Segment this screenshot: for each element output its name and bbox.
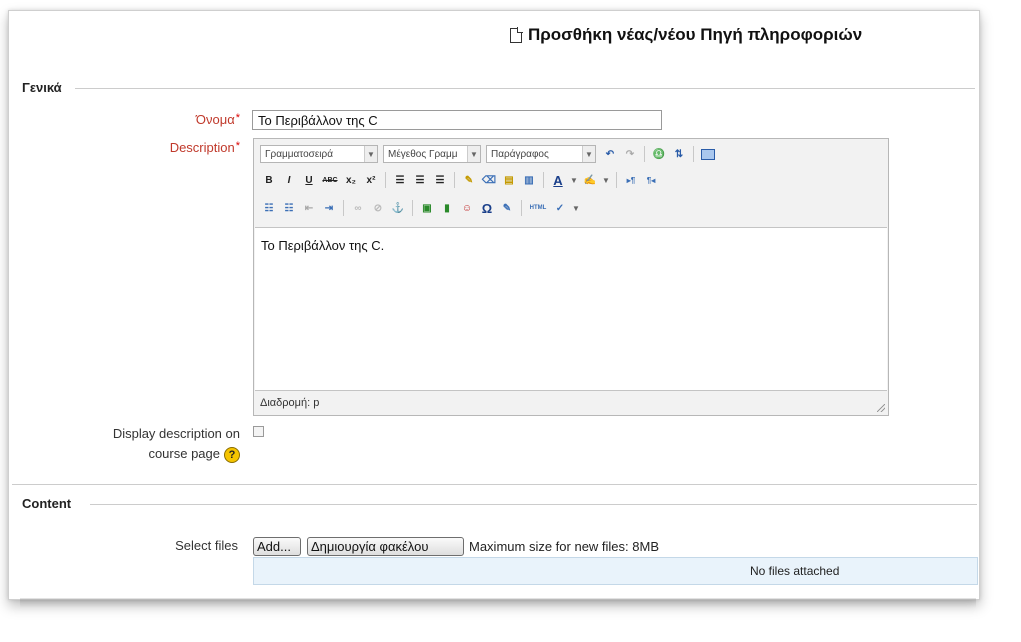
toolbar-separator <box>412 200 413 216</box>
toolbar-separator <box>385 172 386 188</box>
text-color-icon[interactable]: A <box>549 171 567 189</box>
description-editor: Γραμματοσειρά ▼ Μέγεθος Γραμμ ▼ Παράγραφ… <box>253 138 889 416</box>
redo-icon[interactable]: ↷ <box>621 145 639 163</box>
paste-word-icon[interactable]: ▥ <box>520 171 538 189</box>
edit-icon[interactable]: ✎ <box>498 199 516 217</box>
name-label: Όνομα* <box>120 112 240 127</box>
chevron-down-icon[interactable]: ▼ <box>569 171 579 189</box>
description-label-text: Description <box>169 140 235 155</box>
panel-shadow <box>20 598 976 608</box>
help-icon[interactable]: ? <box>224 446 240 463</box>
undo-icon[interactable]: ↶ <box>601 145 619 163</box>
image-icon[interactable]: ▣ <box>418 199 436 217</box>
editor-content-text: Το Περιβάλλον της C. <box>261 238 385 253</box>
display-description-label-line2: course page? <box>40 444 240 464</box>
required-marker: * <box>235 112 240 124</box>
chevron-down-icon: ▼ <box>364 146 377 162</box>
font-size-select[interactable]: Μέγεθος Γραμμ ▼ <box>383 145 481 163</box>
font-family-select[interactable]: Γραμματοσειρά ▼ <box>260 145 378 163</box>
toolbar-separator <box>616 172 617 188</box>
files-area[interactable]: No files attached <box>253 557 978 585</box>
editor-content-area[interactable]: Το Περιβάλλον της C. <box>255 227 887 391</box>
indent-icon[interactable]: ⇥ <box>320 199 338 217</box>
name-input[interactable] <box>252 110 662 130</box>
ltr-icon[interactable]: ▸¶ <box>622 171 640 189</box>
toolbar-separator <box>521 200 522 216</box>
unlink-icon[interactable]: ⊘ <box>369 199 387 217</box>
toolbar-separator <box>693 146 694 162</box>
highlight-color-icon[interactable]: ✍ <box>581 171 599 189</box>
subscript-button[interactable]: x₂ <box>342 171 360 189</box>
align-left-icon[interactable]: ☰ <box>391 171 409 189</box>
superscript-button[interactable]: x² <box>362 171 380 189</box>
paragraph-value: Παράγραφος <box>491 148 549 160</box>
content-legend: Content <box>22 496 72 511</box>
rtl-icon[interactable]: ¶◂ <box>642 171 660 189</box>
cleanup-icon[interactable]: ✎ <box>460 171 478 189</box>
no-files-text: No files attached <box>750 564 840 578</box>
display-description-label: Display description on course page? <box>40 424 240 464</box>
align-center-icon[interactable]: ☰ <box>411 171 429 189</box>
link-icon[interactable]: ∞ <box>349 199 367 217</box>
chevron-down-icon[interactable]: ▼ <box>571 199 581 217</box>
display-description-label-line2-text: course page <box>148 446 220 461</box>
italic-button[interactable]: I <box>280 171 298 189</box>
editor-toolbar-row-2: B I U ABC x₂ x² ☰ ☰ ☰ ✎ ⌫ ▤ ▥ A ▼ ✍ ▼ ▸¶… <box>260 170 660 190</box>
chevron-down-icon[interactable]: ▼ <box>601 171 611 189</box>
page-title-text: Προσθήκη νέας/νέου Πηγή πληροφοριών <box>528 25 863 44</box>
omega-icon[interactable]: Ω <box>478 199 496 217</box>
replace-icon[interactable]: ⇅ <box>670 145 688 163</box>
add-button[interactable]: Add... <box>253 537 301 556</box>
paste-text-icon[interactable]: ▤ <box>500 171 518 189</box>
outdent-icon[interactable]: ⇤ <box>300 199 318 217</box>
max-size-text: Maximum size for new files: 8MB <box>469 539 659 554</box>
toolbar-separator <box>343 200 344 216</box>
name-label-text: Όνομα <box>195 112 235 127</box>
toolbar-separator <box>543 172 544 188</box>
align-right-icon[interactable]: ☰ <box>431 171 449 189</box>
editor-toolbar-row-3: ☷ ☷ ⇤ ⇥ ∞ ⊘ ⚓ ▣ ▮ ☺ Ω ✎ HTML ✓ ▼ <box>260 198 581 218</box>
spellcheck-icon[interactable]: ✓ <box>551 199 569 217</box>
bold-button[interactable]: B <box>260 171 278 189</box>
display-description-checkbox[interactable] <box>253 426 264 437</box>
editor-toolbar-row-1: Γραμματοσειρά ▼ Μέγεθος Γραμμ ▼ Παράγραφ… <box>260 144 717 164</box>
fullscreen-icon[interactable] <box>699 145 717 163</box>
resize-handle-icon[interactable] <box>877 404 885 412</box>
paragraph-select[interactable]: Παράγραφος ▼ <box>486 145 596 163</box>
chevron-down-icon: ▼ <box>467 146 480 162</box>
content-top-divider <box>12 484 977 485</box>
chevron-down-icon: ▼ <box>582 146 595 162</box>
toolbar-separator <box>644 146 645 162</box>
smiley-icon[interactable]: ☺ <box>458 199 476 217</box>
underline-button[interactable]: U <box>300 171 318 189</box>
html-icon[interactable]: HTML <box>527 199 549 217</box>
description-label: Description* <box>120 140 240 155</box>
eraser-icon[interactable]: ⌫ <box>480 171 498 189</box>
select-files-label: Select files <box>175 538 238 553</box>
content-divider <box>90 504 977 505</box>
toolbar-separator <box>454 172 455 188</box>
font-family-value: Γραμματοσειρά <box>265 148 333 160</box>
general-divider <box>75 88 975 89</box>
display-description-label-line1: Display description on <box>112 426 240 441</box>
media-icon[interactable]: ▮ <box>438 199 456 217</box>
list-bullets-icon[interactable]: ☷ <box>260 199 278 217</box>
list-numbers-icon[interactable]: ☷ <box>280 199 298 217</box>
find-icon[interactable]: ♎ <box>650 145 668 163</box>
page-title: Προσθήκη νέας/νέου Πηγή πληροφοριών <box>510 25 862 45</box>
anchor-icon[interactable]: ⚓ <box>389 199 407 217</box>
editor-path: Διαδρομή: p <box>260 397 320 409</box>
create-folder-button[interactable]: Δημιουργία φακέλου <box>307 537 464 556</box>
strikethrough-button[interactable]: ABC <box>320 171 340 189</box>
general-legend: Γενικά <box>22 80 62 95</box>
required-marker: * <box>235 140 240 152</box>
document-icon <box>510 26 523 43</box>
font-size-value: Μέγεθος Γραμμ <box>388 148 458 160</box>
